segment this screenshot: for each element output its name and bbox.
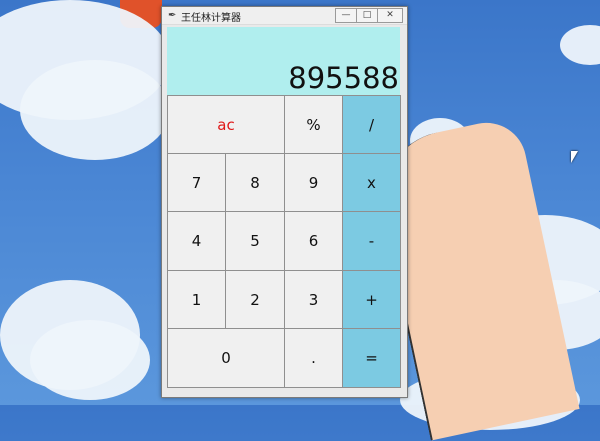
feather-icon: ✒ xyxy=(168,10,177,21)
background-cloud xyxy=(560,25,600,65)
digit-1-button[interactable]: 1 xyxy=(167,270,226,329)
plus-button[interactable]: + xyxy=(342,270,401,329)
digit-7-button[interactable]: 7 xyxy=(167,153,226,212)
display-value: 895588 xyxy=(288,61,399,95)
digit-4-button[interactable]: 4 xyxy=(167,211,226,271)
minimize-button[interactable]: — xyxy=(335,8,357,23)
title-bar[interactable]: ✒ 王任林计算器 — □ ✕ xyxy=(162,7,407,25)
digit-9-button[interactable]: 9 xyxy=(284,153,343,212)
result-display: 895588 xyxy=(167,27,400,95)
background-cloud xyxy=(30,320,150,400)
close-button[interactable]: ✕ xyxy=(377,8,403,23)
calculator-window: ✒ 王任林计算器 — □ ✕ 895588 ac % / 7 8 9 x 4 5… xyxy=(161,6,408,398)
keypad: ac % / 7 8 9 x 4 5 6 - 1 2 3 + 0 . = xyxy=(167,95,402,389)
equals-button[interactable]: = xyxy=(342,328,401,388)
maximize-button[interactable]: □ xyxy=(356,8,378,23)
divide-button[interactable]: / xyxy=(342,95,401,154)
digit-5-button[interactable]: 5 xyxy=(225,211,285,271)
digit-0-button[interactable]: 0 xyxy=(167,328,285,388)
digit-2-button[interactable]: 2 xyxy=(225,270,285,329)
digit-6-button[interactable]: 6 xyxy=(284,211,343,271)
window-controls: — □ ✕ xyxy=(335,8,403,23)
decimal-point-button[interactable]: . xyxy=(284,328,343,388)
ac-button[interactable]: ac xyxy=(167,95,285,154)
minus-button[interactable]: - xyxy=(342,211,401,271)
digit-8-button[interactable]: 8 xyxy=(225,153,285,212)
percent-button[interactable]: % xyxy=(284,95,343,154)
window-title: 王任林计算器 xyxy=(181,13,241,24)
multiply-button[interactable]: x xyxy=(342,153,401,212)
digit-3-button[interactable]: 3 xyxy=(284,270,343,329)
background-cloud xyxy=(20,60,170,160)
mouse-pointer-icon xyxy=(571,151,578,163)
